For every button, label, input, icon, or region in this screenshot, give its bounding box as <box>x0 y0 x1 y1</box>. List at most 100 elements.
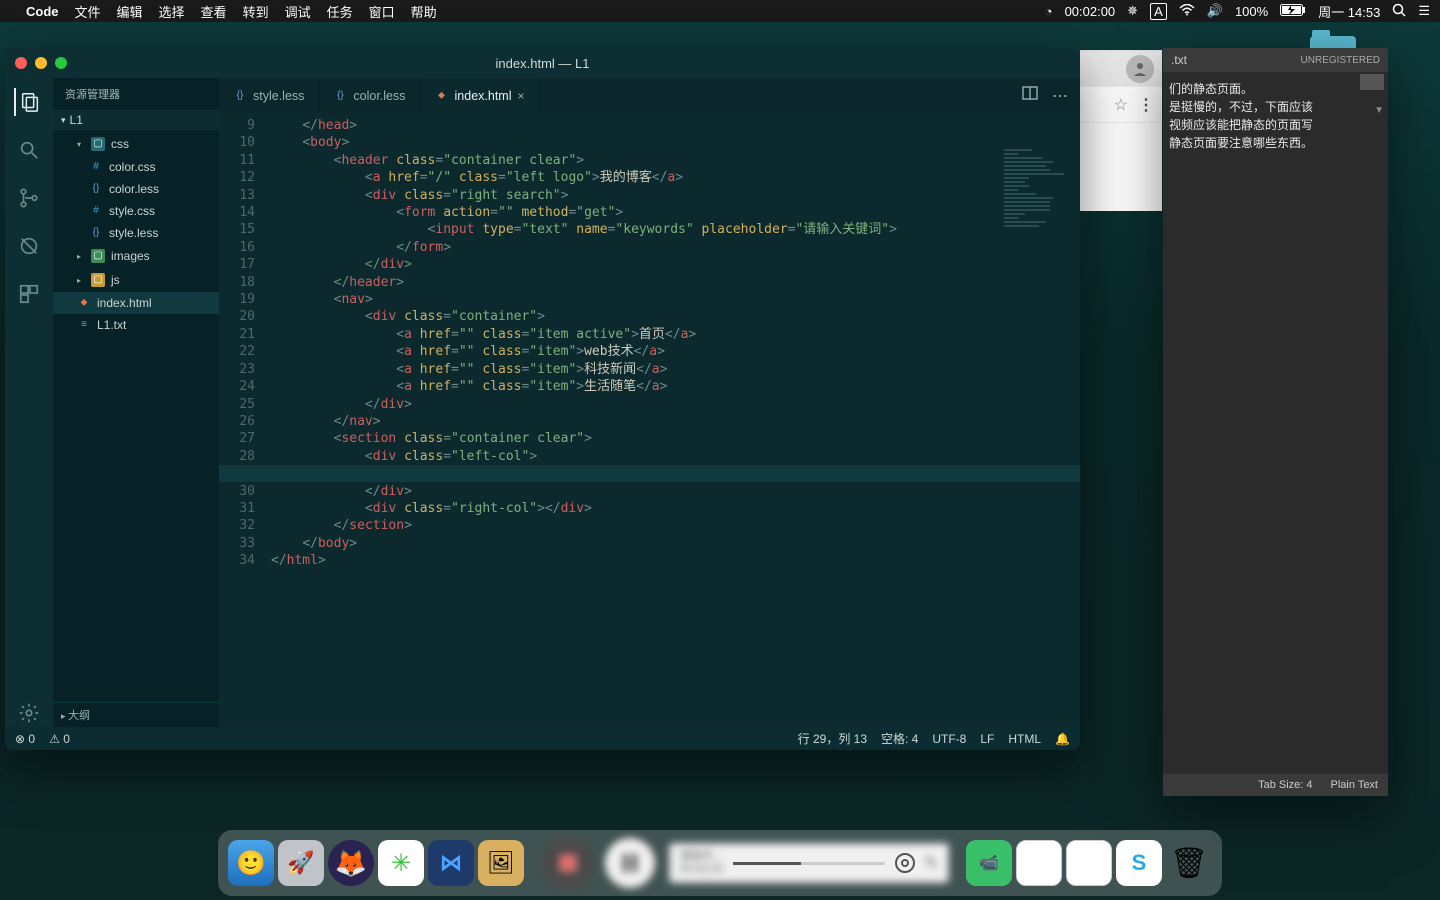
clock[interactable]: 周一 14:53 <box>1318 2 1380 21</box>
extensions-icon[interactable] <box>15 280 43 308</box>
dock: 🙂 🚀 🦊 ✳ ⋈ 🖼 录制中... 00:02:00 ✎ 📹 S 🗑 <box>228 836 1212 890</box>
more-actions-icon[interactable]: ⋯ <box>1052 86 1068 106</box>
sublime-line: 们的静态页面。 <box>1169 80 1382 98</box>
close-window-icon[interactable] <box>15 57 27 69</box>
record-volume-slider[interactable] <box>733 862 885 865</box>
menu-help[interactable]: 帮助 <box>411 2 437 21</box>
input-mode[interactable]: A <box>1150 3 1167 20</box>
status-cursor[interactable]: 行 29，列 13 <box>798 730 867 747</box>
menu-window[interactable]: 窗口 <box>369 2 395 21</box>
tab-label: index.html <box>455 89 512 103</box>
dock-wechat[interactable]: ✳ <box>378 840 424 886</box>
sublime-line: 静态页面要注意哪些东西。 <box>1169 134 1382 152</box>
settings-gear-icon[interactable] <box>15 699 43 727</box>
minimap[interactable] <box>1004 149 1074 259</box>
minimize-window-icon[interactable] <box>35 57 47 69</box>
tree-file-style-less[interactable]: {}style.less <box>53 222 219 244</box>
project-root[interactable]: L1 <box>53 110 219 130</box>
status-bar: ⊗ 0 ⚠ 0 行 29，列 13 空格: 4 UTF-8 LF HTML 🔔 <box>5 727 1080 750</box>
tree-folder-images[interactable]: ▢images <box>53 244 219 268</box>
search-icon[interactable] <box>15 136 43 164</box>
tree-file-color-less[interactable]: {}color.less <box>53 178 219 200</box>
tree-file-color-css[interactable]: #color.css <box>53 156 219 178</box>
tree-label: style.css <box>109 202 155 220</box>
tree-file-style-css[interactable]: #style.css <box>53 200 219 222</box>
dock-app-skype[interactable]: S <box>1116 840 1162 886</box>
sublime-statusbar: Tab Size: 4 Plain Text <box>1163 774 1388 796</box>
tree-folder-js[interactable]: ▢js <box>53 268 219 292</box>
sublime-tab[interactable]: .txt <box>1171 53 1187 67</box>
sublime-dropdown-icon[interactable]: ▼ <box>1374 102 1384 120</box>
tab-index-html[interactable]: ⬥index.html× <box>421 78 540 113</box>
sublime-minimap[interactable] <box>1360 74 1384 90</box>
tree-folder-css[interactable]: ▢css <box>53 132 219 156</box>
vscode-titlebar[interactable]: index.html — L1 <box>5 48 1080 78</box>
tree-file-index-html[interactable]: ⬥index.html <box>53 292 219 314</box>
menu-goto[interactable]: 转到 <box>243 2 269 21</box>
battery-text: 100% <box>1235 4 1268 19</box>
volume-icon[interactable]: 🔊 <box>1207 3 1223 19</box>
avatar-icon[interactable] <box>1126 55 1154 83</box>
menu-edit[interactable]: 编辑 <box>117 2 143 21</box>
tab-close-icon[interactable]: × <box>518 89 525 103</box>
timer-text: 00:02:00 <box>1065 4 1116 19</box>
dock-mail[interactable]: 🖼 <box>478 840 524 886</box>
activity-bar <box>5 78 53 727</box>
warnings-count: 0 <box>63 732 70 746</box>
dock-trash[interactable]: 🗑 <box>1166 840 1212 886</box>
spotlight-icon[interactable] <box>1392 3 1406 20</box>
wechat-icon[interactable]: ✵ <box>1127 3 1138 19</box>
status-encoding[interactable]: UTF-8 <box>932 732 966 746</box>
menu-file[interactable]: 文件 <box>75 2 101 21</box>
sublime-syntax[interactable]: Plain Text <box>1331 779 1379 791</box>
status-bell-icon[interactable]: 🔔 <box>1055 732 1070 746</box>
errors-count: 0 <box>28 732 35 746</box>
dock-app-facetime[interactable]: 📹 <box>966 840 1012 886</box>
sublime-editor[interactable]: ▼ 们的静态页面。 是挺慢的，不过，下面应该 视频应该能把静态的页面写 静态页面… <box>1163 72 1388 774</box>
code-content[interactable]: </head> <body> <header class="container … <box>265 113 1080 727</box>
menubar-app[interactable]: Code <box>26 4 59 19</box>
dock-finder[interactable]: 🙂 <box>228 840 274 886</box>
explorer-sidebar: 资源管理器 L1 ▢css #color.css {}color.less #s… <box>53 78 219 727</box>
dock-app-generic2[interactable] <box>1066 840 1112 886</box>
tree-label: images <box>111 247 150 265</box>
project-name: L1 <box>70 113 83 127</box>
menu-debug[interactable]: 调试 <box>285 2 311 21</box>
source-control-icon[interactable] <box>15 184 43 212</box>
browser-menu-icon[interactable]: ⋮ <box>1138 95 1154 115</box>
dock-vscode[interactable]: ⋈ <box>428 840 474 886</box>
explorer-icon[interactable] <box>14 88 42 116</box>
line-gutter: 9101112131415161718192021222324252627282… <box>219 113 265 727</box>
debug-icon[interactable] <box>15 232 43 260</box>
bookmark-star-icon[interactable]: ☆ <box>1114 95 1128 115</box>
menu-icon[interactable]: ☰ <box>1418 3 1430 19</box>
status-lang[interactable]: HTML <box>1008 732 1041 746</box>
sidebar-title: 资源管理器 <box>53 78 219 110</box>
window-title: index.html — L1 <box>496 56 590 71</box>
menu-view[interactable]: 查看 <box>201 2 227 21</box>
tree-file-l1-txt[interactable]: ≡L1.txt <box>53 314 219 336</box>
dock-firefox[interactable]: 🦊 <box>328 840 374 886</box>
status-errors[interactable]: ⊗ 0 <box>15 732 35 746</box>
timer-icon[interactable]: ◔ <box>1045 4 1053 19</box>
outline-label: 大纲 <box>68 710 90 722</box>
tab-color-less[interactable]: {}color.less <box>319 78 420 113</box>
outline-section[interactable]: 大纲 <box>53 702 219 727</box>
tab-style-less[interactable]: {}style.less <box>219 78 319 113</box>
split-editor-icon[interactable] <box>1022 85 1038 106</box>
wifi-icon[interactable] <box>1179 4 1195 19</box>
battery-icon[interactable] <box>1280 4 1306 19</box>
menu-select[interactable]: 选择 <box>159 2 185 21</box>
code-editor[interactable]: 9101112131415161718192021222324252627282… <box>219 113 1080 727</box>
dock-launchpad[interactable]: 🚀 <box>278 840 324 886</box>
sublime-tabsize[interactable]: Tab Size: 4 <box>1258 779 1312 791</box>
editor-tabs: {}style.less {}color.less ⬥index.html× ⋯ <box>219 78 1080 113</box>
status-warnings[interactable]: ⚠ 0 <box>49 732 70 746</box>
status-spaces[interactable]: 空格: 4 <box>881 730 918 747</box>
menu-tasks[interactable]: 任务 <box>327 2 353 21</box>
dock-app-generic1[interactable] <box>1016 840 1062 886</box>
maximize-window-icon[interactable] <box>55 57 67 69</box>
record-camera-icon[interactable] <box>895 853 915 873</box>
tree-label: L1.txt <box>97 316 126 334</box>
status-eol[interactable]: LF <box>980 732 994 746</box>
